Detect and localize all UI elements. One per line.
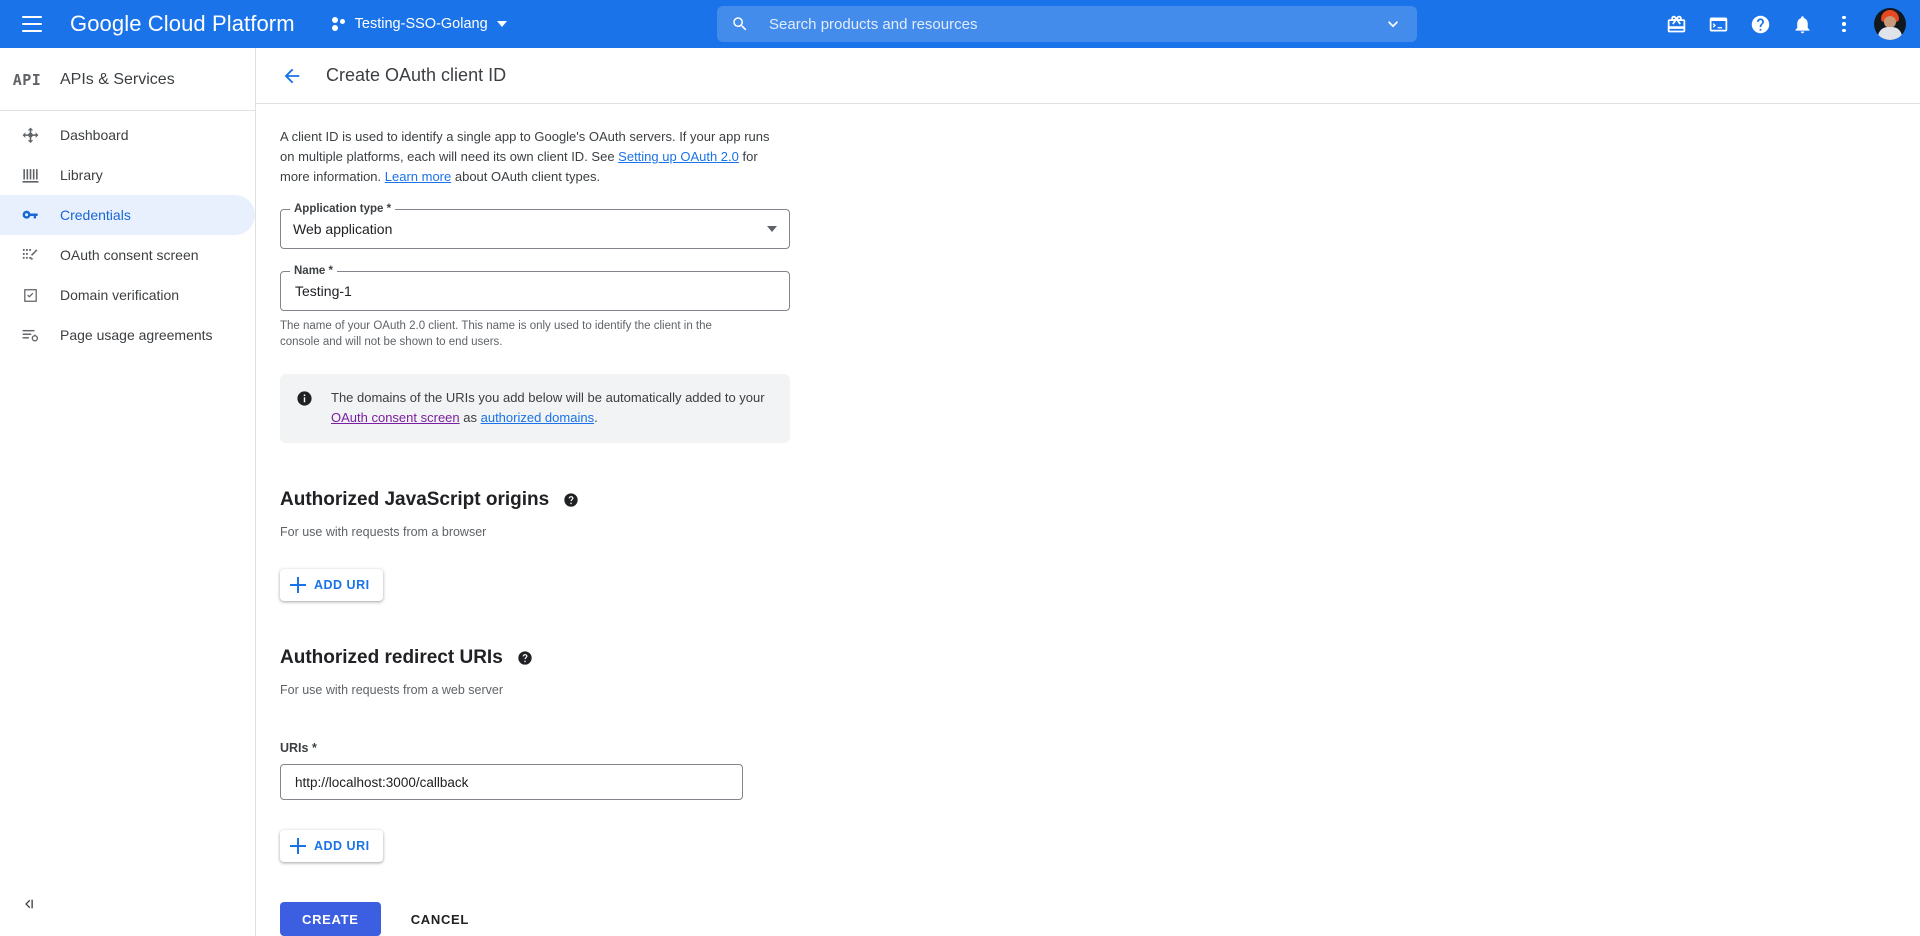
application-type-select[interactable]: Application type * Web application bbox=[280, 202, 790, 249]
cancel-button[interactable]: CANCEL bbox=[397, 902, 483, 936]
plus-icon bbox=[290, 577, 306, 593]
uri-input[interactable] bbox=[293, 773, 730, 791]
info-banner: The domains of the URIs you add below wi… bbox=[280, 374, 790, 443]
application-type-value: Web application bbox=[293, 221, 393, 237]
brand-title[interactable]: Google Cloud Platform bbox=[70, 11, 295, 37]
js-origins-title: Authorized JavaScript origins bbox=[280, 489, 550, 510]
dashboard-icon bbox=[20, 125, 40, 145]
top-bar-icons bbox=[1656, 0, 1912, 48]
form-actions: CREATE CANCEL bbox=[280, 902, 816, 936]
sidebar-item-label: OAuth consent screen bbox=[60, 247, 199, 263]
help-icon[interactable] bbox=[517, 650, 533, 666]
redirect-uris-subtitle: For use with requests from a web server bbox=[280, 683, 503, 697]
intro-part-3: about OAuth client types. bbox=[451, 169, 601, 184]
sidebar-item-label: Library bbox=[60, 167, 103, 183]
sidebar-item-domain-verification[interactable]: Domain verification bbox=[0, 275, 255, 315]
domain-verification-icon bbox=[20, 285, 40, 305]
authorized-domains-link[interactable]: authorized domains bbox=[481, 410, 594, 425]
sidebar-item-label: Domain verification bbox=[60, 287, 180, 303]
section-header: Authorized redirect URIs bbox=[280, 647, 816, 669]
learn-more-link[interactable]: Learn more bbox=[385, 169, 451, 184]
sidebar-divider bbox=[0, 110, 255, 111]
intro-text: A client ID is used to identify a single… bbox=[280, 127, 780, 187]
info-part-3: . bbox=[594, 410, 598, 425]
client-name-label: Name * bbox=[290, 264, 337, 278]
setting-up-oauth-link[interactable]: Setting up OAuth 2.0 bbox=[618, 149, 739, 164]
uris-field-label: URIs * bbox=[280, 741, 317, 755]
project-name: Testing-SSO-Golang bbox=[354, 16, 488, 32]
page-usage-agreements-icon bbox=[20, 325, 40, 345]
sidebar-item-label: Credentials bbox=[60, 207, 131, 223]
gift-icon[interactable] bbox=[1656, 4, 1696, 44]
hamburger-menu-icon[interactable] bbox=[8, 0, 56, 48]
api-logo: API bbox=[12, 71, 42, 89]
sidebar-item-oauth-consent-screen[interactable]: OAuth consent screen bbox=[0, 235, 255, 275]
sidebar-item-label: Page usage agreements bbox=[60, 327, 213, 343]
add-uri-label: ADD URI bbox=[314, 839, 370, 853]
client-name-helper-text: The name of your OAuth 2.0 client. This … bbox=[280, 320, 712, 348]
search-bar[interactable] bbox=[717, 6, 1417, 42]
project-selector[interactable]: Testing-SSO-Golang bbox=[323, 11, 516, 37]
key-icon bbox=[20, 205, 40, 225]
oauth-consent-screen-link[interactable]: OAuth consent screen bbox=[331, 410, 460, 425]
sidebar-header: API APIs & Services bbox=[0, 60, 255, 100]
sidebar-item-label: Dashboard bbox=[60, 127, 129, 143]
client-name-input[interactable] bbox=[293, 282, 777, 300]
plus-icon bbox=[290, 838, 306, 854]
info-banner-text: The domains of the URIs you add below wi… bbox=[331, 388, 774, 428]
top-app-bar: Google Cloud Platform Testing-SSO-Golang bbox=[0, 0, 1920, 48]
library-icon bbox=[20, 165, 40, 185]
cloud-shell-terminal-icon[interactable] bbox=[1698, 4, 1738, 44]
info-icon bbox=[296, 390, 313, 412]
search-icon bbox=[733, 17, 747, 31]
project-dots-icon bbox=[331, 17, 346, 31]
create-button[interactable]: CREATE bbox=[280, 902, 381, 936]
page-title: Create OAuth client ID bbox=[326, 65, 507, 85]
back-arrow-icon[interactable] bbox=[274, 58, 310, 94]
chevron-down-icon bbox=[496, 21, 507, 27]
collapse-panel-icon[interactable] bbox=[14, 890, 42, 918]
sidebar-item-page-usage-agreements[interactable]: Page usage agreements bbox=[0, 315, 255, 355]
application-type-label: Application type * bbox=[290, 202, 396, 216]
authorized-redirect-uris-section: Authorized redirect URIs For use with re… bbox=[280, 647, 816, 862]
main-content: A client ID is used to identify a single… bbox=[256, 105, 1920, 936]
chevron-down-icon[interactable] bbox=[1383, 14, 1403, 34]
help-question-icon[interactable] bbox=[1740, 4, 1780, 44]
sidebar-item-credentials[interactable]: Credentials bbox=[0, 195, 255, 235]
js-origins-subtitle: For use with requests from a browser bbox=[280, 525, 487, 539]
authorized-javascript-origins-section: Authorized JavaScript origins For use wi… bbox=[280, 489, 816, 601]
page-header: Create OAuth client ID bbox=[256, 48, 1920, 104]
uris-field[interactable] bbox=[280, 764, 743, 800]
info-part-2: as bbox=[459, 410, 481, 425]
more-vertical-icon[interactable] bbox=[1824, 4, 1864, 44]
sidebar-item-library[interactable]: Library bbox=[0, 155, 255, 195]
client-name-field[interactable]: Name * bbox=[280, 264, 790, 311]
sidebar-item-dashboard[interactable]: Dashboard bbox=[0, 115, 255, 155]
section-header: Authorized JavaScript origins bbox=[280, 489, 816, 511]
info-part-1: The domains of the URIs you add below wi… bbox=[331, 390, 765, 405]
redirect-uris-title: Authorized redirect URIs bbox=[280, 647, 503, 668]
consent-screen-icon bbox=[20, 245, 40, 265]
add-uri-button-redirect-uris[interactable]: ADD URI bbox=[280, 830, 383, 862]
add-uri-label: ADD URI bbox=[314, 578, 370, 592]
search-input[interactable] bbox=[767, 14, 1383, 34]
user-avatar[interactable] bbox=[1874, 8, 1906, 40]
help-icon[interactable] bbox=[563, 492, 579, 508]
sidebar-title: APIs & Services bbox=[60, 71, 175, 88]
sidebar: API APIs & Services Dashboard Library Cr… bbox=[0, 48, 256, 936]
add-uri-button-js-origins[interactable]: ADD URI bbox=[280, 569, 383, 601]
notifications-bell-icon[interactable] bbox=[1782, 4, 1822, 44]
